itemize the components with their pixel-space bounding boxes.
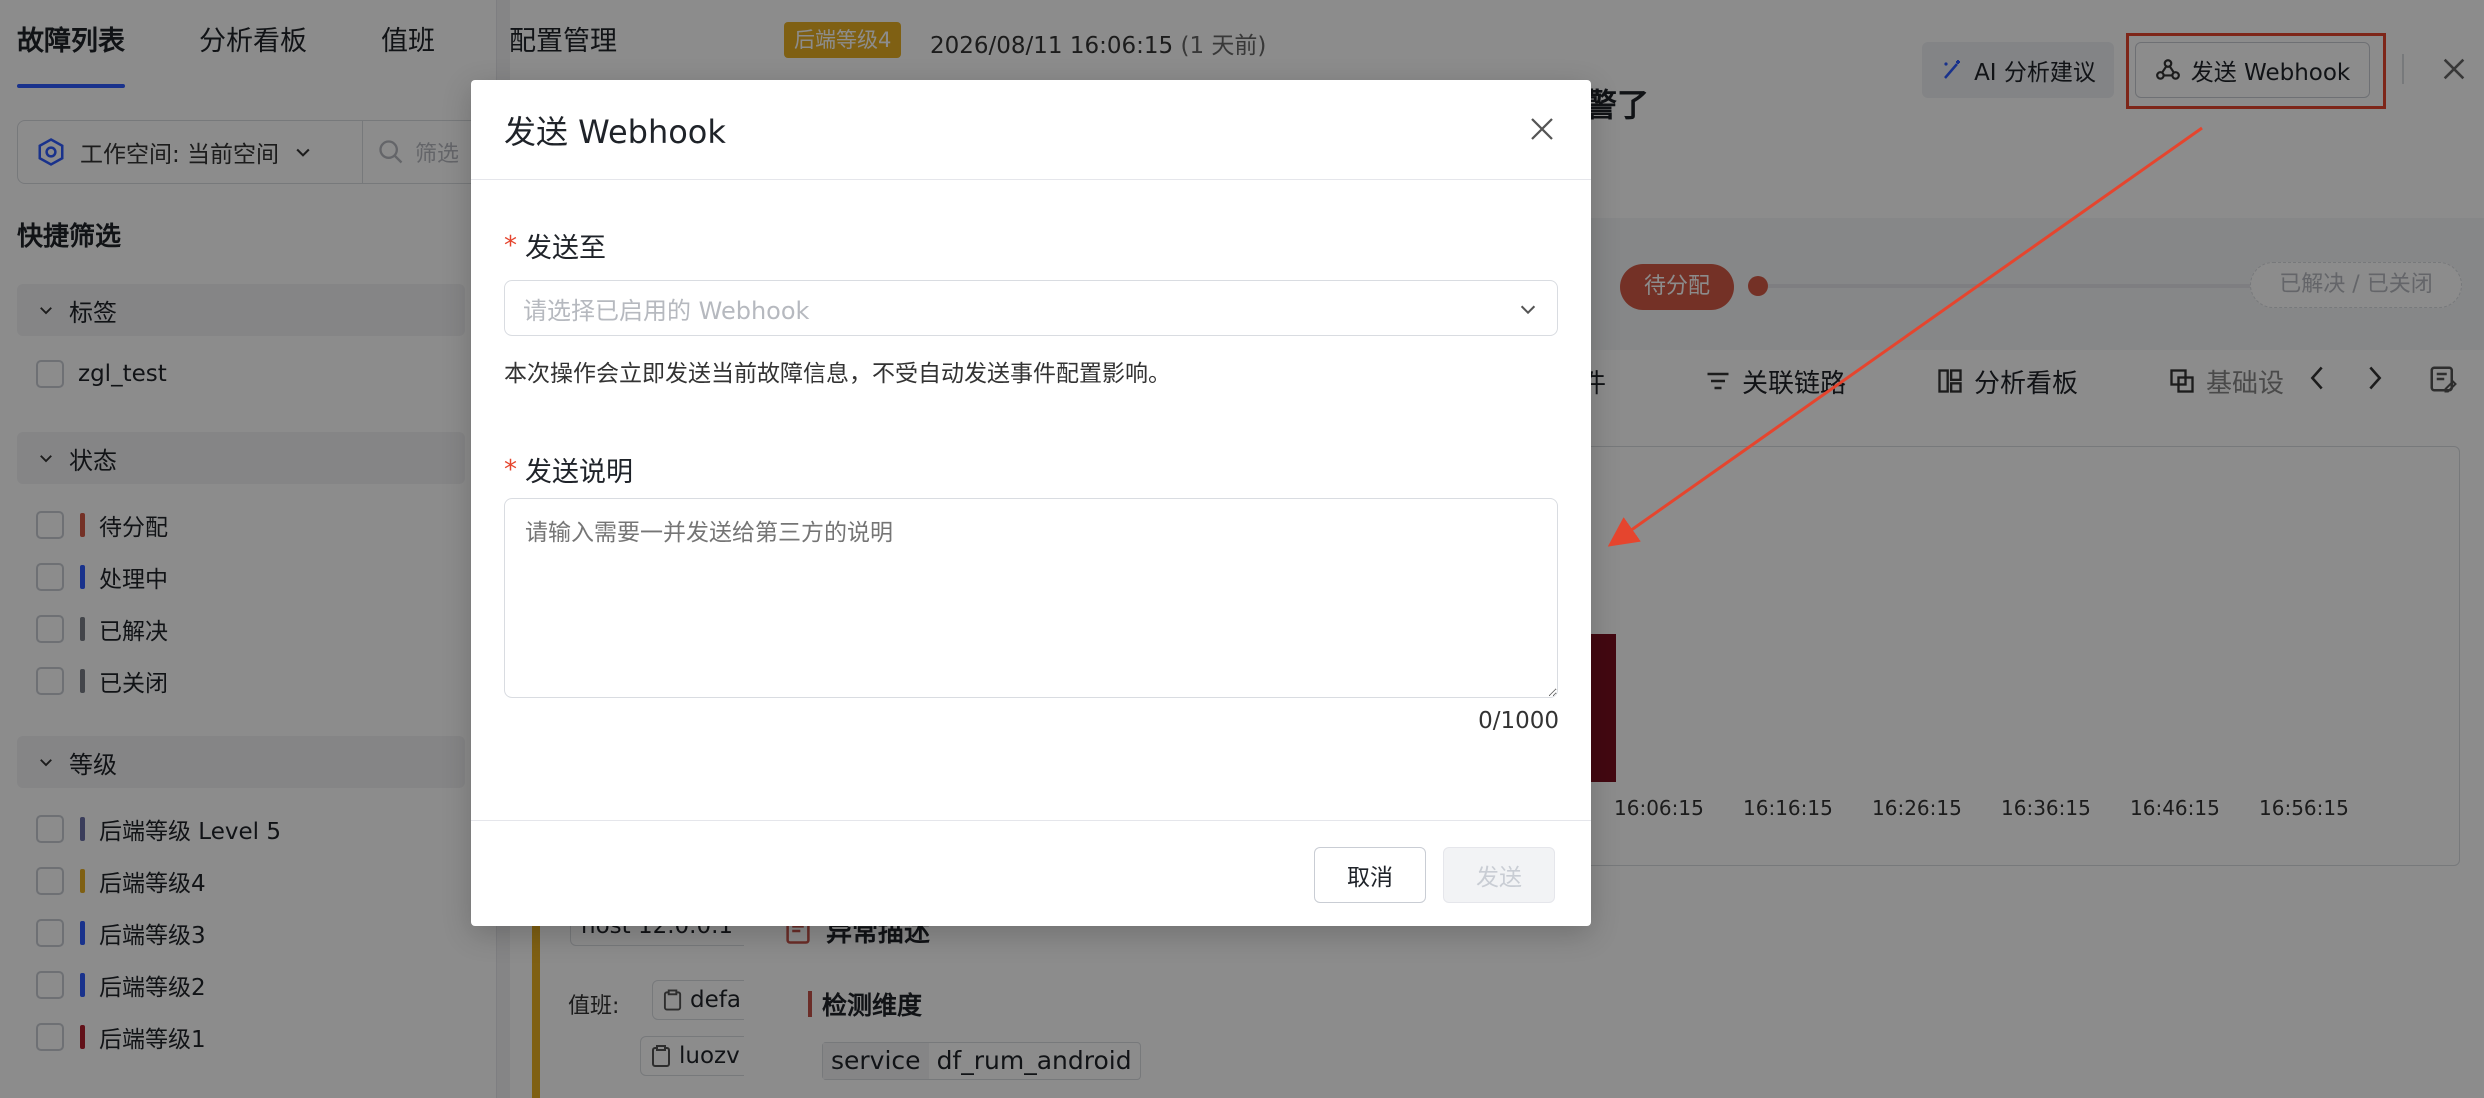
send-hint: 本次操作会立即发送当前故障信息，不受自动发送事件配置影响。 <box>504 361 1171 387</box>
required-mark: * <box>504 230 517 261</box>
webhook-modal: 发送 Webhook * 发送至 请选择已启用的 Webhook 本次操作会立即… <box>471 80 1591 926</box>
webhook-select-placeholder: 请选择已启用的 Webhook <box>523 296 810 325</box>
cancel-button[interactable]: 取消 <box>1314 847 1426 903</box>
send-to-label-text: 发送至 <box>525 233 606 264</box>
note-textarea[interactable] <box>504 498 1558 698</box>
send-button[interactable]: 发送 <box>1443 847 1555 903</box>
char-counter: 0/1000 <box>1478 708 1559 734</box>
required-mark: * <box>504 454 517 485</box>
note-label: * 发送说明 <box>504 450 633 489</box>
modal-footer: 取消 发送 <box>471 820 1591 926</box>
chevron-down-icon <box>1520 305 1536 315</box>
send-to-label: * 发送至 <box>504 226 606 265</box>
note-label-text: 发送说明 <box>525 457 633 488</box>
webhook-select[interactable]: 请选择已启用的 Webhook <box>504 280 1558 336</box>
modal-header: 发送 Webhook <box>471 80 1591 180</box>
close-icon[interactable] <box>1527 114 1557 144</box>
modal-title: 发送 Webhook <box>504 112 726 151</box>
